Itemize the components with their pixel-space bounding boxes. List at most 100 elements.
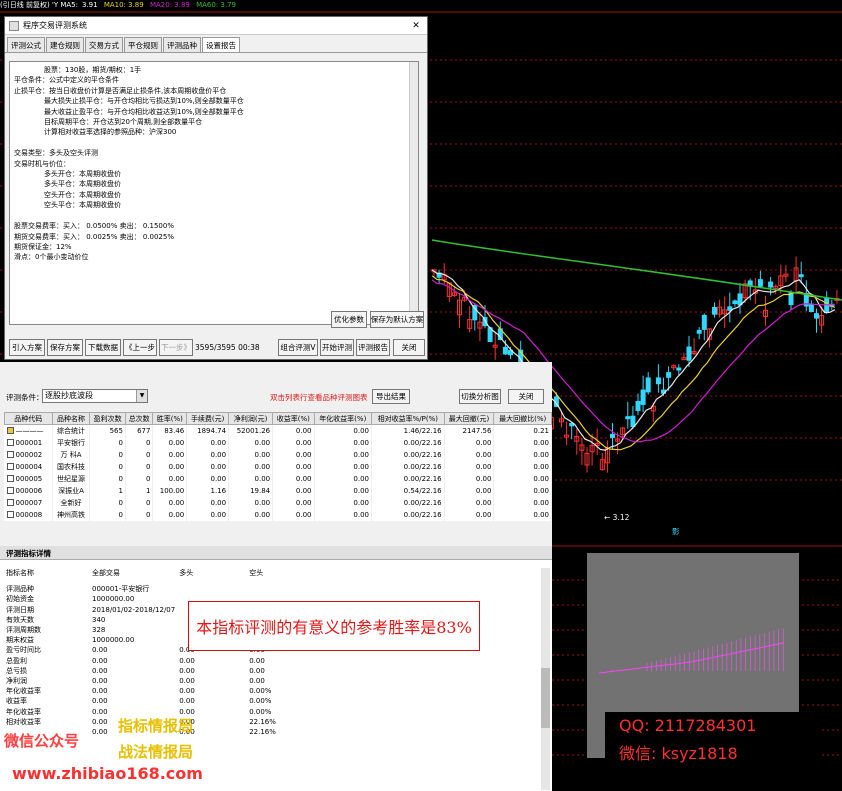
prev-button[interactable]: 《上一步 (123, 339, 157, 356)
table-cell: 万 科A (52, 448, 91, 461)
save-default-button[interactable]: 保存为默认方案 (370, 311, 424, 328)
table-cell: 0.00 (152, 460, 188, 473)
table-row[interactable]: ———— 综合统计 565 677 83.46 1894.74 52001.26 0.00 0.… (4, 424, 552, 437)
save-button[interactable]: 保存方案 (47, 339, 83, 356)
tab-0[interactable]: 评测公式 (7, 37, 45, 52)
table-cell: 0.00 (493, 472, 552, 485)
column-header[interactable]: 净利润(元) (228, 412, 274, 425)
table-cell: 0 (125, 496, 154, 509)
row-checkbox[interactable] (6, 439, 14, 446)
table-cell: 0.00/22.16 (371, 472, 445, 485)
detail-scrollbar[interactable] (541, 568, 550, 790)
tab-2[interactable]: 交易方式 (85, 37, 123, 52)
column-header[interactable]: 总次数 (124, 412, 154, 425)
import-button[interactable]: 引入方案 (9, 339, 45, 356)
condition-select[interactable]: 逐股抄底波段 ▼ (42, 389, 148, 403)
column-header[interactable]: 相对收益率%/P(%) (370, 412, 445, 425)
table-row[interactable]: 000006 深振业A 1 1 100.00 1.16 19.84 0.00 0.00 0.54/… (4, 484, 552, 497)
candle-body (676, 367, 682, 371)
tab-5[interactable]: 设置报告 (202, 37, 240, 52)
table-row[interactable]: 000002 万 科A 0 0 0.00 0.00 0.00 0.00 0.00 0.00/22.… (4, 448, 552, 461)
combo-eval-button[interactable]: 组合评测V (278, 339, 318, 356)
detail-cell: 0.00 (179, 656, 195, 665)
report-line: 空头开仓：本周期收盘价 (44, 190, 121, 199)
table-cell: 0 (89, 448, 126, 461)
tab-4[interactable]: 评测品种 (163, 37, 201, 52)
wechat-name-2: 战法情报局 (118, 743, 194, 761)
table-row[interactable]: 000008 神州高铁 0 0 0.00 0.00 0.00 0.00 0.00 0.00/22.… (4, 508, 552, 521)
table-cell: 0 (125, 448, 154, 461)
table-cell: 0.00 (152, 472, 188, 485)
table-cell: 0.00/22.16 (371, 508, 445, 521)
detail-table: 指标名称 全部交易 多头 空头 评测品种 000001-平安银行 初始资金 1000000.0… (4, 568, 307, 737)
detail-column-header: 指标名称 (6, 569, 34, 578)
report-scrollbar[interactable] (409, 62, 418, 324)
table-row[interactable]: 000007 全新好 0 0 0.00 0.00 0.00 0.00 0.00 0.00/22.1… (4, 496, 552, 509)
report-line: 目标周期平仓：开仓达到20个周期,则全部数量平仓 (44, 118, 203, 127)
column-header[interactable]: 盈利次数 (89, 412, 126, 425)
ma-indicator-bar: (引日线 前复权) 'Y MA5: 3.91 MA10: 3.89 MA20: 3… (0, 0, 842, 10)
detail-cell: 1000000.00 (92, 595, 135, 604)
table-cell: 19.84 (228, 484, 274, 497)
detail-cell: 0.00 (179, 666, 195, 675)
report-line: 多头开仓：本周期收盘价 (44, 170, 121, 179)
report-line (14, 211, 414, 221)
column-header[interactable]: 最大回撤比(%) (493, 412, 552, 425)
download-button[interactable]: 下载数据 (85, 339, 121, 356)
eval-window-titlebar[interactable]: 程序交易评测系统 ✕ (5, 17, 427, 35)
column-header[interactable]: 年化收益率(%) (313, 412, 372, 425)
report-line: 滑点：0个最小变动价位 (14, 253, 89, 262)
table-cell: 0.00 (272, 472, 315, 485)
report-line: 股票：130股，期货/期权：1手 (44, 66, 142, 74)
detail-cell: 年化收益率 (6, 707, 41, 716)
row-checkbox[interactable] (6, 463, 14, 470)
table-cell: 000008 (4, 508, 53, 521)
column-header[interactable]: 品种名称 (51, 412, 91, 425)
table-row[interactable]: 000005 世纪星源 0 0 0.00 0.00 0.00 0.00 0.00 0.00/22.… (4, 472, 552, 485)
row-checkbox[interactable] (6, 487, 14, 494)
result-close-button[interactable]: 关闭 (508, 389, 544, 404)
column-header[interactable]: 品种代码 (4, 412, 53, 425)
weixin-contact: 微信: ksyz1818 (619, 744, 738, 763)
table-cell: 0.00/22.16 (371, 496, 445, 509)
table-cell: 0.00 (314, 472, 372, 485)
row-checkbox[interactable] (6, 451, 14, 458)
tab-1[interactable]: 建仓规则 (46, 37, 84, 52)
table-cell: 0.00 (493, 484, 552, 497)
chevron-down-icon: ▼ (136, 390, 147, 402)
table-cell: 0.00/22.16 (371, 436, 445, 449)
detail-cell: 0.00 (249, 656, 265, 665)
report-button[interactable]: 评测报告 (356, 339, 390, 356)
eval-tabs: 评测公式 建仓规则 交易方式 平仓规则 评测品种 设置报告 (5, 35, 427, 53)
column-header[interactable]: 最大回撤(元) (443, 412, 495, 425)
switch-chart-button[interactable]: 切换分析图 (459, 389, 501, 404)
detail-cell: 2018/01/02-2018/12/07 (92, 605, 176, 614)
column-header[interactable]: 手续费(元) (186, 412, 230, 425)
optimize-button[interactable]: 优化参数 (331, 311, 367, 328)
export-button[interactable]: 导出结果 (372, 389, 410, 404)
table-row[interactable]: 000001 平安银行 0 0 0.00 0.00 0.00 0.00 0.00 0.00/22.… (4, 436, 552, 449)
row-checkbox[interactable] (6, 499, 14, 506)
close-icon[interactable]: ✕ (405, 21, 427, 31)
tab-3[interactable]: 平仓规则 (124, 37, 162, 52)
detail-cell: 0.00 (92, 676, 108, 685)
next-button[interactable]: 下一步》 (159, 339, 193, 356)
report-line (14, 138, 414, 148)
table-cell: 0.00 (152, 448, 188, 461)
column-header[interactable]: 收益率(%) (272, 412, 315, 425)
row-checkbox[interactable] (6, 511, 14, 518)
table-cell: 0.00 (186, 436, 230, 449)
report-line: 平仓条件：公式中定义的平仓条件 (14, 76, 119, 85)
detail-cell: 0.00 (92, 697, 108, 706)
column-header[interactable]: 胜率(%) (152, 412, 188, 425)
start-eval-button[interactable]: 开始评测 (320, 339, 354, 356)
row-checkbox[interactable] (6, 475, 14, 482)
ma-prefix: (引日线 前复权) 'Y MA5: (0, 1, 78, 9)
candle-body (640, 389, 646, 405)
table-cell: 2147.56 (444, 424, 495, 437)
row-checkbox[interactable] (6, 427, 14, 435)
table-row[interactable]: 000004 国农科技 0 0 0.00 0.00 0.00 0.00 0.00 0.00/22.… (4, 460, 552, 473)
table-cell: 0.00 (152, 508, 188, 521)
ma20-value: MA20: 3.89 (149, 1, 190, 9)
close-button[interactable]: 关闭 (393, 339, 425, 356)
